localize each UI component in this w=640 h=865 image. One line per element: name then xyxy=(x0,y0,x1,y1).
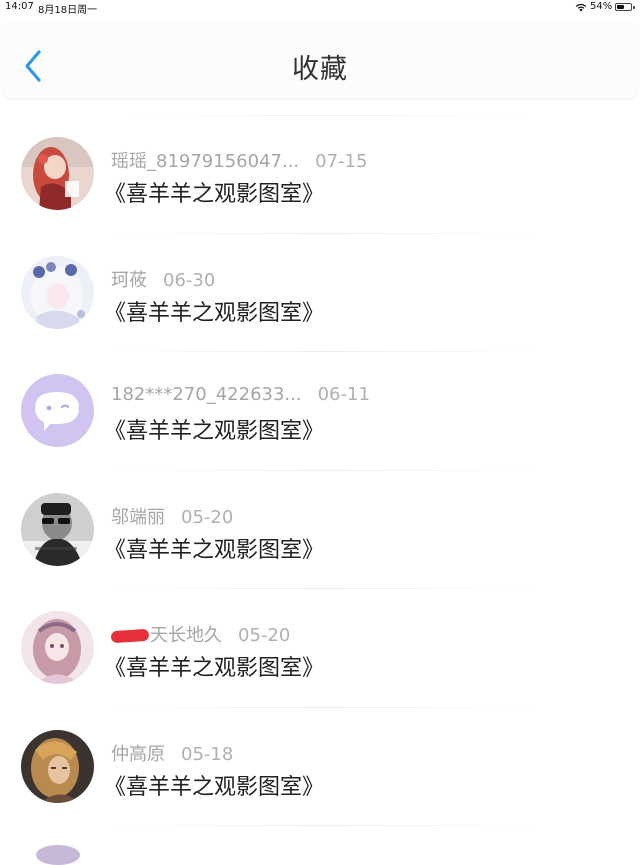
user-name[interactable]: 仲高原 xyxy=(111,740,165,766)
divider xyxy=(110,825,540,826)
status-bar: 14:07 8月18日周一 54% xyxy=(0,0,640,16)
user-name[interactable]: 邬端丽 xyxy=(111,503,165,529)
avatar[interactable] xyxy=(21,611,94,684)
list-item[interactable]: 瑶瑶_81979156047... 07-15 《喜羊羊之观影图室》 xyxy=(0,115,640,234)
status-time: 14:07 xyxy=(5,1,34,12)
meta-row: 珂莜 06-30 xyxy=(111,266,215,292)
list-item[interactable]: 182***270_422633... 06-11 《喜羊羊之观影图室》 xyxy=(0,352,640,471)
item-title[interactable]: 《喜羊羊之观影图室》 xyxy=(104,176,324,208)
page-title: 收藏 xyxy=(292,54,348,85)
date-label: 07-15 xyxy=(315,151,368,172)
list-item[interactable]: 天长地久 05-20 《喜羊羊之观影图室》 xyxy=(0,589,640,708)
date-label: 05-20 xyxy=(238,625,291,646)
date-label: 06-30 xyxy=(163,269,216,291)
favorites-list: 瑶瑶_81979156047... 07-15 《喜羊羊之观影图室》 珂莜 06-3… xyxy=(0,115,640,826)
user-name[interactable]: 天长地久 xyxy=(150,621,222,647)
meta-row: 182***270_422633... 06-11 xyxy=(111,384,370,405)
item-title[interactable]: 《喜羊羊之观影图室》 xyxy=(104,769,324,801)
item-title[interactable]: 《喜羊羊之观影图室》 xyxy=(104,532,324,564)
battery-percent: 54% xyxy=(590,1,613,12)
meta-row: 瑶瑶_81979156047... 07-15 xyxy=(111,147,367,173)
anime-avatar-icon xyxy=(21,255,94,329)
nav-header: 收藏 xyxy=(2,20,638,98)
battery-icon xyxy=(615,3,632,11)
item-title[interactable]: 《喜羊羊之观影图室》 xyxy=(104,650,324,682)
meta-row: 天长地久 05-20 xyxy=(110,621,291,647)
redaction-mark xyxy=(110,628,150,644)
date-label: 05-20 xyxy=(181,506,234,528)
avatar[interactable] xyxy=(36,845,80,865)
date-label: 06-11 xyxy=(317,384,370,405)
list-item[interactable]: 邬端丽 05-20 《喜羊羊之观影图室》 xyxy=(0,471,640,589)
chat-bubble-icon xyxy=(21,374,94,447)
user-name[interactable]: 珂莜 xyxy=(111,266,147,292)
item-title[interactable]: 《喜羊羊之观影图室》 xyxy=(104,295,324,327)
avatar[interactable] xyxy=(21,137,94,210)
wifi-icon xyxy=(575,3,587,12)
person-avatar-icon xyxy=(21,492,94,566)
anime-avatar-icon xyxy=(21,611,94,684)
avatar[interactable] xyxy=(21,374,94,447)
item-title[interactable]: 《喜羊羊之观影图室》 xyxy=(104,413,324,445)
avatar[interactable] xyxy=(21,729,94,803)
user-name[interactable]: 瑶瑶_81979156047... xyxy=(111,147,299,173)
person-avatar-icon xyxy=(21,729,94,803)
list-item[interactable]: 珂莜 06-30 《喜羊羊之观影图室》 xyxy=(0,234,640,352)
user-name[interactable]: 182***270_422633... xyxy=(111,384,302,405)
date-label: 05-18 xyxy=(181,743,234,765)
battery-fill xyxy=(617,5,624,9)
battery-tip xyxy=(633,6,635,9)
status-date: 8月18日周一 xyxy=(38,5,98,16)
anime-avatar-icon xyxy=(21,137,94,210)
avatar[interactable] xyxy=(21,492,94,566)
list-item[interactable]: 仲高原 05-18 《喜羊羊之观影图室》 xyxy=(0,708,640,826)
meta-row: 仲高原 05-18 xyxy=(111,740,233,766)
avatar[interactable] xyxy=(21,255,94,329)
meta-row: 邬端丽 05-20 xyxy=(111,503,233,529)
